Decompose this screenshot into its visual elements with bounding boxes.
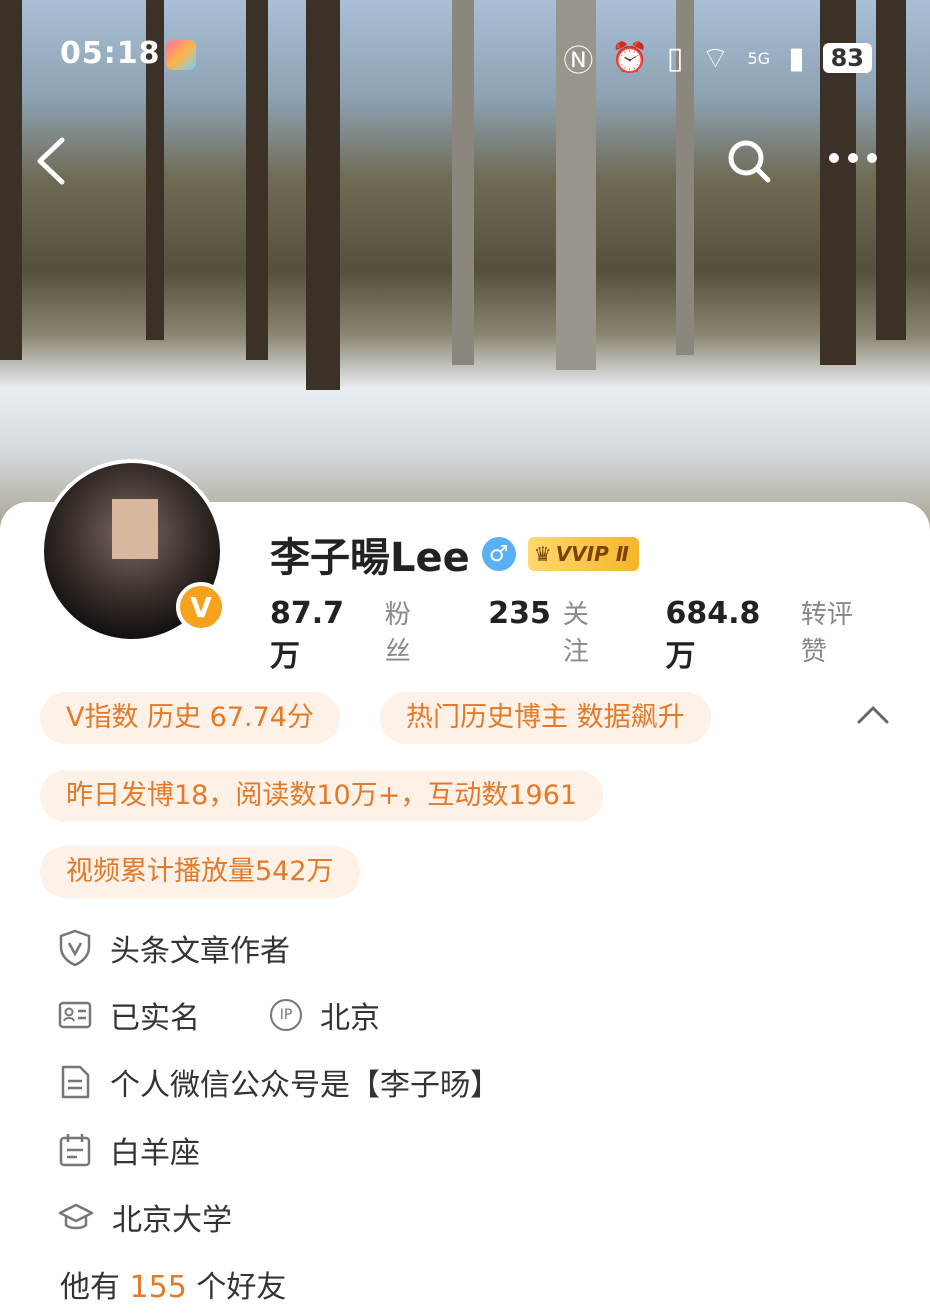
info-headline-author: 头条文章作者 <box>58 926 290 970</box>
status-bar: 05:18 Ⓝ ⏰ ▯ ⌔ 5G ▮ 83 <box>60 36 872 79</box>
status-time: 05:18 <box>60 36 161 71</box>
stat-value: 87.7万 <box>270 596 345 674</box>
info-text: 个人微信公众号是【李子旸】 <box>110 1068 500 1103</box>
calendar-icon <box>59 1134 91 1167</box>
document-icon <box>61 1065 90 1099</box>
info-zodiac: 白羊座 <box>58 1128 200 1172</box>
stat-value: 235 <box>488 596 551 631</box>
profile-name: 李子暘Lee <box>270 535 470 581</box>
id-card-icon <box>58 1001 92 1029</box>
crown-icon: ♛ <box>533 542 552 566</box>
info-wechat: 个人微信公众号是【李子旸】 <box>58 1060 500 1104</box>
stat-following[interactable]: 235 关注 <box>488 594 613 668</box>
collapse-chevron-icon[interactable] <box>856 702 890 726</box>
tag-video-plays[interactable]: 视频累计播放量542万 <box>40 846 360 898</box>
friends-number: 155 <box>129 1270 187 1305</box>
vvip-label: VVIP Ⅱ <box>555 542 629 566</box>
info-text: 北京大学 <box>112 1203 232 1238</box>
vvip-badge[interactable]: ♛ VVIP Ⅱ <box>527 537 639 571</box>
wifi-icon: ⌔ <box>701 41 730 76</box>
info-real-name: 已实名 IP 北京 <box>58 993 380 1037</box>
stat-fans[interactable]: 87.7万 粉丝 <box>270 594 436 675</box>
info-text: 头条文章作者 <box>110 934 290 969</box>
network-type: 5G <box>747 48 771 68</box>
tag-hot-blogger[interactable]: 热门历史博主 数据飙升 <box>380 692 711 744</box>
friends-suffix: 个好友 <box>196 1270 287 1305</box>
status-icons: Ⓝ ⏰ ▯ ⌔ 5G ▮ 83 <box>563 36 872 80</box>
signal-icon: ▮ <box>788 40 805 76</box>
info-text: 已实名 <box>110 1001 200 1036</box>
info-school: 北京大学 <box>58 1195 232 1239</box>
friends-prefix: 他有 <box>60 1270 120 1305</box>
tag-v-index[interactable]: V指数 历史 67.74分 <box>40 692 340 744</box>
info-text: 白羊座 <box>110 1136 200 1171</box>
gender-male-icon: ♂ <box>481 537 516 571</box>
ip-location: 北京 <box>320 1001 380 1036</box>
vibrate-icon: ▯ <box>666 40 684 76</box>
stat-label: 关注 <box>562 600 589 667</box>
stat-interactions[interactable]: 684.8万 转评赞 <box>665 594 878 675</box>
graduation-cap-icon <box>58 1203 94 1230</box>
avatar-face <box>112 499 158 559</box>
shield-v-icon <box>59 929 91 967</box>
ip-icon: IP <box>270 999 302 1031</box>
stat-value: 684.8万 <box>665 596 761 674</box>
stat-label: 转评赞 <box>800 600 853 667</box>
profile-stats: 87.7万 粉丝 235 关注 684.8万 转评赞 <box>270 594 930 675</box>
app-notification-icon <box>166 40 196 70</box>
stat-label: 粉丝 <box>384 600 411 667</box>
tag-yesterday-stats[interactable]: 昨日发博18，阅读数10万+，互动数1961 <box>40 770 604 822</box>
nfc-icon: Ⓝ <box>563 44 594 79</box>
friends-count[interactable]: 他有 155 个好友 <box>60 1262 286 1306</box>
more-icon[interactable] <box>828 152 878 164</box>
top-nav <box>0 130 930 190</box>
alarm-icon: ⏰ <box>611 40 649 76</box>
back-icon[interactable] <box>34 136 68 186</box>
verified-badge: V <box>176 582 226 632</box>
search-icon[interactable] <box>726 138 772 184</box>
battery-icon: 83 <box>822 43 872 73</box>
name-row: 李子暘Lee ♂ ♛ VVIP Ⅱ <box>270 526 639 582</box>
